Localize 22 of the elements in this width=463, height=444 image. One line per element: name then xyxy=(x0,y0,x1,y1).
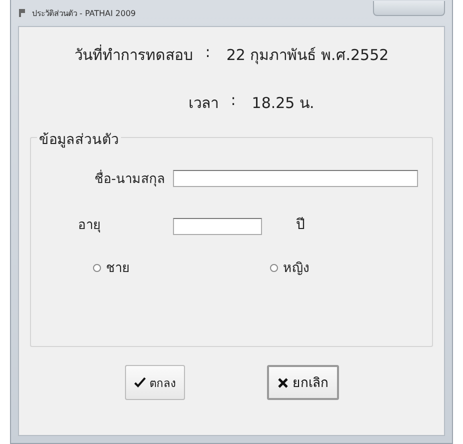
date-separator: : xyxy=(205,43,210,63)
date-label: วันที่ทำการทดสอบ xyxy=(74,44,194,66)
time-separator: : xyxy=(230,91,236,111)
age-field[interactable] xyxy=(173,218,262,235)
cross-icon xyxy=(276,377,288,388)
time-label: เวลา xyxy=(188,93,219,114)
app-icon xyxy=(18,8,28,18)
ok-button[interactable]: ตกลง xyxy=(124,365,184,400)
age-unit: ปี xyxy=(296,216,305,235)
time-value: 18.25 น. xyxy=(252,93,314,114)
window-controls[interactable] xyxy=(373,0,445,16)
radio-circle-icon[interactable] xyxy=(93,264,101,272)
radio-circle-icon[interactable] xyxy=(270,264,278,272)
name-label: ชื่อ-นามสกุล xyxy=(31,168,173,189)
gender-radio[interactable]: ชาย xyxy=(93,257,130,278)
name-field[interactable] xyxy=(173,170,418,187)
gender-radio[interactable]: หญิง xyxy=(270,257,309,278)
window-title: ประวัติส่วนตัว - PATHAI 2009 xyxy=(32,8,136,20)
cancel-button[interactable]: ยกเลิก xyxy=(266,365,338,400)
check-icon xyxy=(134,377,146,388)
age-label: อายุ xyxy=(77,217,102,235)
date-value: 22 กุมภาพันธ์ พ.ศ.2552 xyxy=(226,45,389,66)
